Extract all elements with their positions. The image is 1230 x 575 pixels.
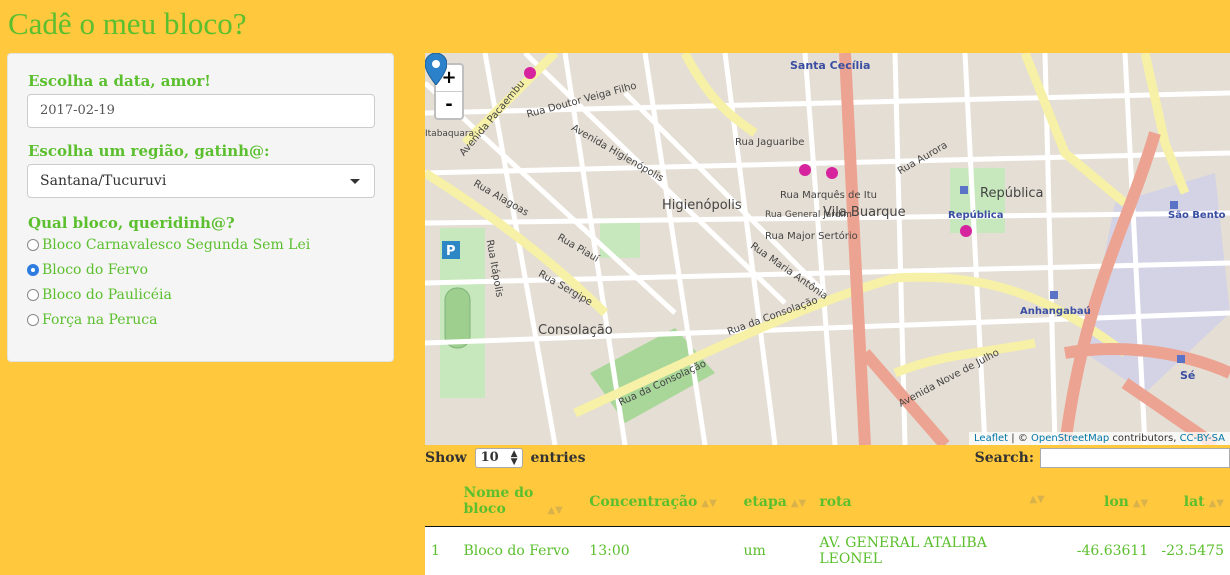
map-label-sao-bento: São Bento: [1168, 210, 1225, 221]
show-label: Show: [425, 450, 467, 466]
table-controls: Show 10 ▲▼ entries Search:: [425, 446, 1230, 470]
map-label-consolacao: Consolação: [538, 323, 613, 338]
radio-button[interactable]: [27, 289, 39, 301]
map[interactable]: P Santa Cecília Higienópolis Vila Buarqu…: [425, 53, 1230, 445]
search-label: Search:: [975, 450, 1034, 466]
radio-bloco-4[interactable]: Força na Peruca: [27, 309, 158, 331]
spinner-icon: ▲▼: [511, 450, 518, 466]
column-header-label: Concentração: [589, 494, 697, 510]
column-header-label: lat: [1184, 494, 1205, 510]
region-select-value: Santana/Tucuruvi: [40, 173, 166, 189]
radio-button[interactable]: [27, 314, 39, 326]
table-header-row: Nome do bloco ▲▼ Concentração ▲▼ etapa ▲▼ r…: [425, 478, 1230, 527]
chevron-down-icon: [350, 179, 360, 184]
map-label-se: Sé: [1180, 369, 1195, 382]
search-input[interactable]: [1040, 448, 1230, 468]
column-header-label: rota: [819, 494, 851, 510]
column-header-index[interactable]: [425, 478, 457, 527]
map-label-anhangabau: Anhangabaú: [1020, 306, 1091, 317]
map-label-rua-jaguaribe: Rua Jaguaribe: [735, 137, 804, 148]
sort-icon: ▲▼: [1133, 498, 1148, 509]
table-cell-nome: Bloco do Fervo: [457, 527, 583, 575]
radio-button[interactable]: [27, 264, 39, 276]
column-header-nome[interactable]: Nome do bloco ▲▼: [457, 478, 583, 527]
sort-icon: ▲▼: [1209, 498, 1224, 509]
table-cell-index: 1: [425, 527, 457, 575]
date-label: Escolha a data, amor!: [28, 72, 211, 90]
map-label-itabaquara: Itabaquara: [425, 129, 474, 139]
map-marker-icon[interactable]: [425, 53, 447, 85]
column-header-lon[interactable]: lon ▲▼: [1051, 478, 1155, 527]
svg-text:P: P: [446, 244, 456, 259]
entries-label: entries: [530, 450, 585, 466]
column-header-lat[interactable]: lat ▲▼: [1154, 478, 1230, 527]
map-label-republica-station: República: [948, 210, 1003, 221]
entries-select[interactable]: 10 ▲▼: [475, 448, 523, 468]
radio-label: Força na Peruca: [42, 312, 158, 328]
search-control: Search:: [975, 448, 1230, 468]
osm-link[interactable]: OpenStreetMap: [1031, 433, 1109, 444]
sort-icon: ▲▼: [701, 498, 716, 509]
radio-label: Bloco do Fervo: [42, 262, 148, 278]
table-cell-rota: AV. GENERAL ATALIBA LEONEL: [813, 527, 1050, 575]
radio-label: Bloco Carnavalesco Segunda Sem Lei: [42, 237, 310, 253]
map-label-santa-cecilia: Santa Cecília: [790, 59, 870, 72]
column-header-label: Nome do bloco: [463, 485, 543, 517]
column-header-rota[interactable]: rota ▲▼: [813, 478, 1050, 527]
bloco-label: Qual bloco, queridinh@?: [28, 214, 235, 232]
sort-icon: ▲▼: [791, 498, 806, 509]
region-label: Escolha um região, gatinh@:: [28, 142, 270, 160]
radio-label: Bloco do Paulicéia: [42, 287, 172, 303]
region-select[interactable]: Santana/Tucuruvi: [27, 164, 375, 198]
radio-bloco-2[interactable]: Bloco do Fervo: [27, 259, 148, 281]
map-label-higienopolis: Higienópolis: [662, 198, 742, 213]
column-header-concentracao[interactable]: Concentração ▲▼: [583, 478, 737, 527]
map-label-rua-major-sertorio: Rua Major Sertório: [765, 231, 858, 242]
radio-button[interactable]: [27, 239, 39, 251]
radio-bloco-1[interactable]: Bloco Carnavalesco Segunda Sem Lei: [27, 234, 310, 256]
attribution-text: contributors,: [1109, 433, 1179, 444]
radio-bloco-3[interactable]: Bloco do Paulicéia: [27, 284, 172, 306]
column-header-label: etapa: [744, 494, 787, 510]
length-control: Show 10 ▲▼ entries: [425, 448, 585, 468]
table-cell-concentracao: 13:00: [583, 527, 737, 575]
zoom-out-button[interactable]: -: [436, 92, 462, 118]
column-header-label: lon: [1104, 494, 1129, 510]
license-link[interactable]: CC-BY-SA: [1180, 433, 1225, 444]
table-row[interactable]: 1 Bloco do Fervo 13:00 um AV. GENERAL AT…: [425, 527, 1230, 575]
map-label-general-jardim: Rua General Jardim: [765, 210, 852, 220]
page-title: Cadê o meu bloco?: [8, 6, 246, 42]
table-cell-etapa: um: [738, 527, 814, 575]
table-cell-lon: -46.63611: [1051, 527, 1155, 575]
sidebar-panel: Escolha a data, amor! 2017-02-19 Escolha…: [7, 53, 394, 362]
data-table: Nome do bloco ▲▼ Concentração ▲▼ etapa ▲▼ r…: [425, 478, 1230, 575]
sort-icon: ▲▼: [1029, 494, 1044, 505]
date-input[interactable]: 2017-02-19: [27, 94, 375, 128]
sort-icon: ▲▼: [547, 505, 562, 516]
entries-value: 10: [481, 450, 499, 465]
table-cell-lat: -23.5475: [1154, 527, 1230, 575]
leaflet-link[interactable]: Leaflet: [974, 433, 1008, 444]
column-header-etapa[interactable]: etapa ▲▼: [738, 478, 814, 527]
map-label-rua-marques-itu: Rua Marquês de Itu: [780, 190, 877, 201]
map-attribution: Leaflet | © OpenStreetMap contributors, …: [969, 432, 1230, 445]
attribution-sep: | ©: [1008, 433, 1031, 444]
map-label-republica-area: República: [980, 186, 1044, 201]
